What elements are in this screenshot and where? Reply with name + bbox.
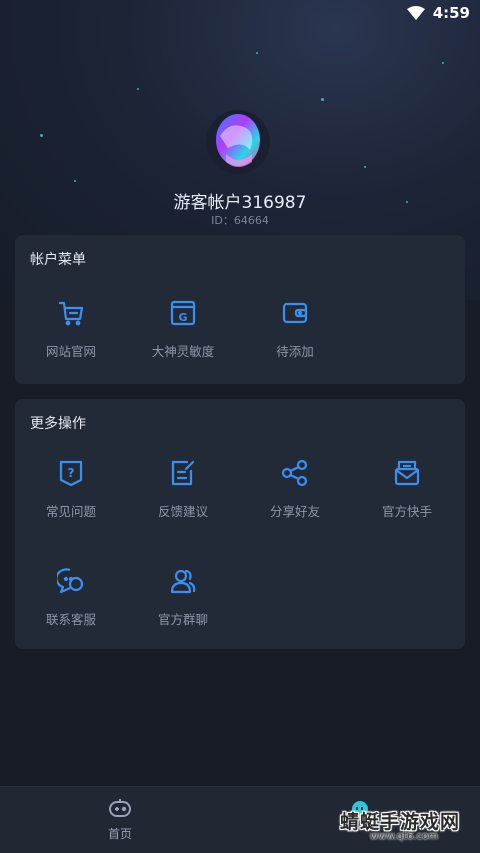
status-time: 4:59: [432, 4, 470, 22]
avatar-image: [206, 110, 270, 174]
watermark-url: www.qt6.com: [370, 831, 438, 842]
menu-item-label: 官方快手: [381, 504, 432, 519]
account-menu-card: 帐户菜单 网站官网 G 大神灵敏度 待添加: [15, 235, 465, 384]
avatar[interactable]: [206, 110, 270, 174]
menu-item-sensitivity[interactable]: G 大神灵敏度: [127, 299, 239, 360]
more-actions-card: 更多操作 ? 常见问题 反馈建议 分享好友 官方快手 联系客服 官方群聊: [15, 399, 465, 649]
account-menu-title: 帐户菜单: [30, 252, 86, 268]
username: 游客帐户316987: [173, 193, 307, 213]
group-icon: [170, 569, 196, 594]
menu-item-kuaishou[interactable]: 官方快手: [351, 459, 463, 520]
g-window-icon: G: [170, 300, 196, 326]
status-bar: 4:59: [0, 0, 480, 26]
menu-item-share[interactable]: 分享好友: [239, 459, 351, 520]
menu-item-label: 反馈建议: [157, 504, 208, 519]
gamepad-icon: [109, 799, 131, 817]
share-icon: [281, 459, 308, 487]
user-id: ID：64664: [211, 214, 269, 227]
feedback-icon: [171, 460, 195, 486]
menu-item-feedback[interactable]: 反馈建议: [127, 459, 239, 520]
chat-icon: [57, 568, 84, 594]
menu-item-label: 网站官网: [45, 344, 96, 359]
menu-item-label: 常见问题: [45, 504, 96, 519]
menu-item-official-group[interactable]: 官方群聊: [127, 567, 239, 628]
wallet-icon: [282, 302, 308, 324]
menu-item-customer-service[interactable]: 联系客服: [15, 567, 127, 628]
menu-item-website[interactable]: 网站官网: [15, 299, 127, 360]
wifi-icon: [406, 6, 425, 20]
menu-item-label: 分享好友: [269, 504, 320, 519]
svg-text:?: ?: [68, 466, 75, 480]
mail-icon: [394, 460, 420, 486]
more-actions-title: 更多操作: [30, 416, 86, 432]
menu-item-label: 官方群聊: [157, 612, 208, 627]
cart-icon: [58, 301, 84, 326]
question-icon: ?: [59, 460, 83, 487]
watermark-text: 蜻蜓手游戏网: [340, 811, 461, 833]
tab-home[interactable]: 首页: [60, 797, 180, 842]
menu-item-label: 联系客服: [45, 612, 96, 627]
menu-item-label: 大神灵敏度: [151, 344, 215, 359]
menu-item-faq[interactable]: ? 常见问题: [15, 459, 127, 520]
menu-item-pending[interactable]: 待添加: [239, 299, 351, 360]
menu-item-label: 待添加: [276, 344, 314, 359]
tab-home-label: 首页: [107, 827, 132, 841]
watermark: 蜻蜓手游戏网 www.qt6.com: [340, 803, 466, 843]
svg-text:G: G: [178, 311, 187, 324]
